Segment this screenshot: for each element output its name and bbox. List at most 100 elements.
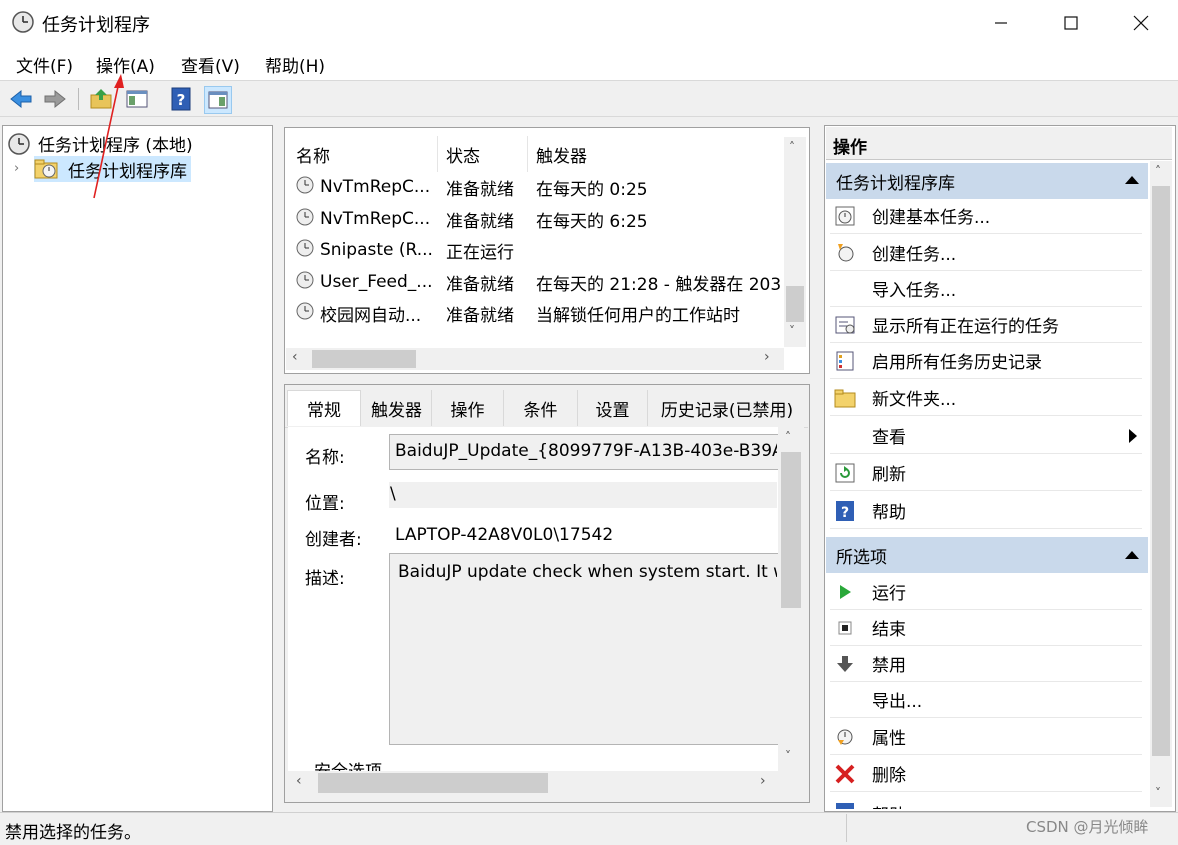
scroll-right-icon[interactable]: ›	[760, 773, 766, 789]
help-icon	[834, 802, 856, 809]
action-show-running[interactable]: 显示所有正在运行的任务	[830, 307, 1142, 343]
action-label: 删除	[872, 766, 906, 786]
properties-icon	[834, 726, 856, 748]
scroll-down-icon[interactable]: ˅	[785, 749, 791, 763]
clock-icon	[8, 132, 30, 155]
action-label: 运行	[872, 584, 906, 604]
location-value: \	[390, 484, 396, 504]
clock-icon	[296, 271, 314, 294]
task-scheduler-icon	[12, 11, 34, 33]
table-row[interactable]: User_Feed_... 准备就绪 在每天的 21:28 - 触发器在 203	[290, 266, 784, 298]
column-header-trigger[interactable]: 触发器	[528, 136, 784, 172]
action-label: 导出...	[872, 692, 923, 712]
table-row[interactable]: 校园网自动... 准备就绪 当解锁任何用户的工作站时	[290, 297, 784, 329]
column-header-name[interactable]: 名称	[288, 136, 438, 172]
tab-general[interactable]: 常规	[287, 390, 361, 426]
menu-file[interactable]: 文件(F)	[16, 52, 73, 77]
scroll-up-icon[interactable]: ˄	[785, 430, 791, 444]
action-enable-history[interactable]: 启用所有任务历史记录	[830, 343, 1142, 379]
close-button[interactable]	[1106, 0, 1176, 46]
action-create-basic-task[interactable]: 创建基本任务...	[830, 198, 1142, 234]
table-row[interactable]: NvTmRepC... 准备就绪 在每天的 6:25	[290, 203, 784, 235]
location-label: 位置:	[305, 494, 345, 514]
maximize-button[interactable]	[1036, 0, 1106, 46]
actions-pane-title: 操作	[833, 138, 867, 158]
action-label: 新文件夹...	[872, 390, 957, 410]
action-export[interactable]: 导出...	[830, 682, 1142, 718]
menu-view[interactable]: 查看(V)	[181, 52, 240, 77]
chevron-right-icon[interactable]: ›	[14, 161, 19, 176]
collapse-icon[interactable]	[1124, 175, 1140, 185]
table-row[interactable]: NvTmRepC... 准备就绪 在每天的 0:25	[290, 171, 784, 203]
detail-vscroll-thumb[interactable]	[781, 452, 801, 608]
action-help[interactable]: ? 帮助	[830, 493, 1142, 529]
menu-bar	[0, 46, 1178, 81]
back-arrow-icon[interactable]	[8, 86, 34, 112]
clock-icon	[296, 208, 314, 231]
action-disable[interactable]: 禁用	[830, 646, 1142, 682]
scroll-up-icon[interactable]: ˄	[1155, 164, 1161, 178]
section-header-library[interactable]: 任务计划程序库	[826, 163, 1148, 199]
scroll-up-icon[interactable]: ˄	[789, 140, 795, 154]
task-name: Snipaste (R...	[320, 240, 433, 260]
task-list-hscroll-thumb[interactable]	[312, 350, 416, 368]
help-icon[interactable]: ?	[168, 86, 194, 112]
action-end[interactable]: 结束	[830, 610, 1142, 646]
task-trigger: 在每天的 0:25	[536, 179, 648, 200]
scroll-down-icon[interactable]: ˅	[789, 324, 795, 338]
scroll-left-icon[interactable]: ‹	[292, 349, 298, 365]
action-help-selected[interactable]: 帮助	[830, 795, 1142, 809]
action-label: 帮助	[872, 801, 906, 810]
task-status: 正在运行	[446, 242, 514, 263]
minimize-button[interactable]	[966, 0, 1036, 46]
task-trigger: 在每天的 6:25	[536, 211, 648, 232]
clock-icon	[296, 302, 314, 325]
action-label: 结束	[872, 620, 906, 640]
action-label: 显示所有正在运行的任务	[872, 317, 1059, 337]
task-status: 准备就绪	[446, 274, 514, 295]
window-title: 任务计划程序	[42, 15, 150, 36]
forward-arrow-icon[interactable]	[42, 86, 68, 112]
scroll-left-icon[interactable]: ‹	[296, 773, 302, 789]
tab-conditions[interactable]: 条件	[504, 390, 578, 426]
action-label: 创建任务...	[872, 245, 957, 265]
action-properties[interactable]: 属性	[830, 719, 1142, 755]
menu-help[interactable]: 帮助(H)	[265, 52, 325, 77]
scroll-down-icon[interactable]: ˅	[1155, 786, 1161, 800]
action-delete[interactable]: 删除	[830, 756, 1142, 792]
description-value: BaiduJP update check when system start. …	[398, 562, 777, 582]
disable-icon	[834, 653, 856, 675]
actions-vscroll-thumb[interactable]	[1152, 186, 1170, 756]
task-trigger: 在每天的 21:28 - 触发器在 203	[536, 274, 782, 295]
tab-triggers[interactable]: 触发器	[362, 390, 432, 426]
description-label: 描述:	[305, 569, 345, 589]
console-tree	[2, 125, 273, 812]
tab-settings[interactable]: 设置	[578, 390, 648, 426]
action-view[interactable]: 查看	[830, 418, 1142, 454]
show-hide-action-pane-icon[interactable]	[204, 86, 232, 114]
tab-history[interactable]: 历史记录(已禁用)	[648, 390, 806, 426]
action-run[interactable]: 运行	[830, 574, 1142, 610]
action-label: 刷新	[872, 465, 906, 485]
action-new-folder[interactable]: 新文件夹...	[830, 380, 1142, 416]
refresh-icon	[834, 462, 856, 484]
collapse-icon[interactable]	[1124, 550, 1140, 560]
action-label: 属性	[872, 729, 906, 749]
action-import-task[interactable]: 导入任务...	[830, 271, 1142, 307]
scroll-right-icon[interactable]: ›	[764, 349, 770, 365]
location-field	[389, 482, 777, 508]
tab-actions[interactable]: 操作	[432, 390, 504, 426]
run-icon	[834, 581, 856, 603]
detail-hscroll-thumb[interactable]	[318, 773, 548, 793]
task-list-vscroll-thumb[interactable]	[786, 286, 804, 322]
table-row[interactable]: Snipaste (R... 正在运行	[290, 234, 784, 266]
svg-text:?: ?	[841, 505, 849, 521]
toolbar-separator	[78, 88, 79, 110]
section-header-selected[interactable]: 所选项	[826, 537, 1148, 573]
action-refresh[interactable]: 刷新	[830, 455, 1142, 491]
column-header-status[interactable]: 状态	[438, 136, 528, 172]
action-create-task[interactable]: 创建任务...	[830, 235, 1142, 271]
actions-pane-header	[826, 127, 1172, 160]
action-label: 帮助	[872, 503, 906, 523]
folder-icon	[834, 387, 856, 409]
